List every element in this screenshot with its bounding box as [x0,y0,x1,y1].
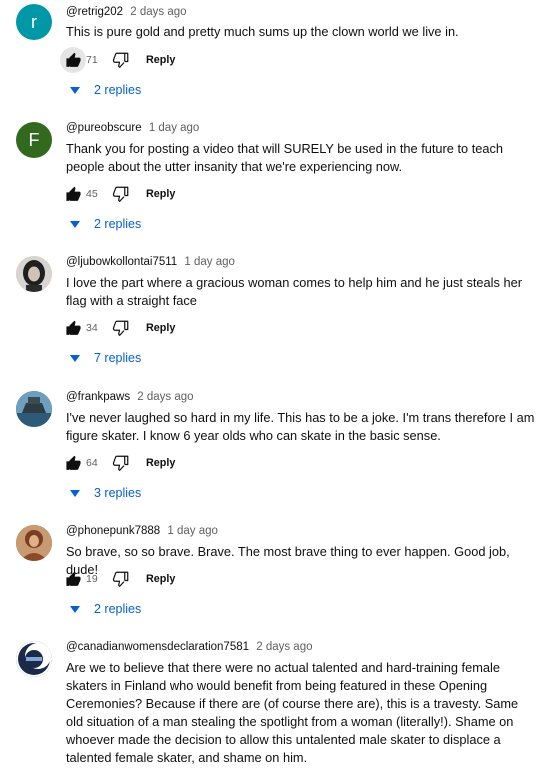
view-replies-button[interactable]: 2 replies [70,599,141,619]
comment-text: Are we to believe that there were no act… [66,660,519,765]
author-handle[interactable]: @ljubowkollontai7511 [66,256,177,268]
comment-text: This is pure gold and pretty much sums u… [66,24,459,39]
author-handle[interactable]: @frankpaws [66,391,130,403]
thumbs-down-icon [112,186,129,202]
comment-time[interactable]: 1 day ago [184,256,235,268]
avatar[interactable]: r [16,4,52,40]
like-button[interactable] [60,566,86,592]
profile-photo-icon [16,256,52,292]
comment-time[interactable]: 2 days ago [137,391,193,403]
comment-actions: 71 Reply [60,47,175,73]
avatar-letter: F [28,130,40,150]
thumbs-up-icon [65,571,81,586]
reply-button[interactable]: Reply [146,54,175,66]
replies-count: 2 replies [94,602,142,616]
avatar[interactable] [16,256,52,292]
view-replies-button[interactable]: 2 replies [70,80,141,100]
thumbs-up-icon [65,52,81,67]
replies-count: 7 replies [94,351,142,365]
caret-down-icon [70,220,80,228]
profile-photo-icon [16,641,52,677]
comment-text: Thank you for posting a video that will … [66,141,504,174]
like-button[interactable] [60,450,86,476]
author-handle[interactable]: @phonepunk7888 [66,525,160,537]
reply-button[interactable]: Reply [146,457,175,469]
replies-count: 2 replies [94,83,142,97]
view-replies-button[interactable]: 3 replies [70,483,141,503]
author-handle[interactable]: @pureobscure [66,122,142,134]
comment-header: @frankpaws 2 days ago [66,389,194,405]
replies-count: 2 replies [94,217,142,231]
comment-text: I've never laughed so hard in my life. T… [66,410,535,443]
avatar-letter: r [31,12,37,32]
like-count: 34 [86,322,98,334]
thumbs-up-icon [65,455,81,470]
profile-photo-icon [16,391,52,427]
thumbs-down-icon [112,320,129,336]
comment-actions: 64 Reply [60,450,175,476]
comment-time[interactable]: 2 days ago [256,641,312,653]
reply-button[interactable]: Reply [146,188,175,200]
replies-count: 3 replies [94,486,142,500]
thumbs-up-icon [65,186,81,201]
dislike-button[interactable] [108,450,134,476]
author-handle[interactable]: @retrig202 [66,6,123,18]
comment-header: @phonepunk7888 1 day ago [66,523,218,539]
comment-header: @ljubowkollontai7511 1 day ago [66,254,235,270]
view-replies-button[interactable]: 2 replies [70,214,141,234]
caret-down-icon [70,354,80,362]
comment-text: I love the part where a gracious woman c… [66,275,522,308]
reply-button[interactable]: Reply [146,573,175,585]
like-count: 45 [86,188,98,200]
avatar[interactable]: F [16,122,52,158]
comment-actions: 19 Reply [60,566,175,592]
thumbs-down-icon [112,52,129,68]
caret-down-icon [70,605,80,613]
comment-time[interactable]: 2 days ago [130,6,186,18]
like-button[interactable] [60,47,86,73]
avatar[interactable] [16,641,52,677]
comment-time[interactable]: 1 day ago [149,122,200,134]
like-button[interactable] [60,181,86,207]
view-replies-button[interactable]: 7 replies [70,348,141,368]
reply-button[interactable]: Reply [146,322,175,334]
comment-actions: 34 Reply [60,315,175,341]
dislike-button[interactable] [108,566,134,592]
like-button[interactable] [60,315,86,341]
comment-header: @pureobscure 1 day ago [66,120,199,136]
avatar[interactable] [16,525,52,561]
author-handle[interactable]: @canadianwomensdeclaration7581 [66,641,249,653]
like-count: 64 [86,457,98,469]
thumbs-up-icon [65,320,81,335]
like-count: 19 [86,573,98,585]
comment-header: @retrig202 2 days ago [66,4,187,20]
profile-photo-icon [16,525,52,561]
dislike-button[interactable] [108,47,134,73]
comment-actions: 45 Reply [60,181,175,207]
caret-down-icon [70,489,80,497]
thumbs-down-icon [112,571,129,587]
thumbs-down-icon [112,455,129,471]
dislike-button[interactable] [108,181,134,207]
dislike-button[interactable] [108,315,134,341]
caret-down-icon [70,86,80,94]
like-count: 71 [86,54,98,66]
comment-time[interactable]: 1 day ago [167,525,218,537]
avatar[interactable] [16,391,52,427]
comment-header: @canadianwomensdeclaration7581 2 days ag… [66,639,313,655]
